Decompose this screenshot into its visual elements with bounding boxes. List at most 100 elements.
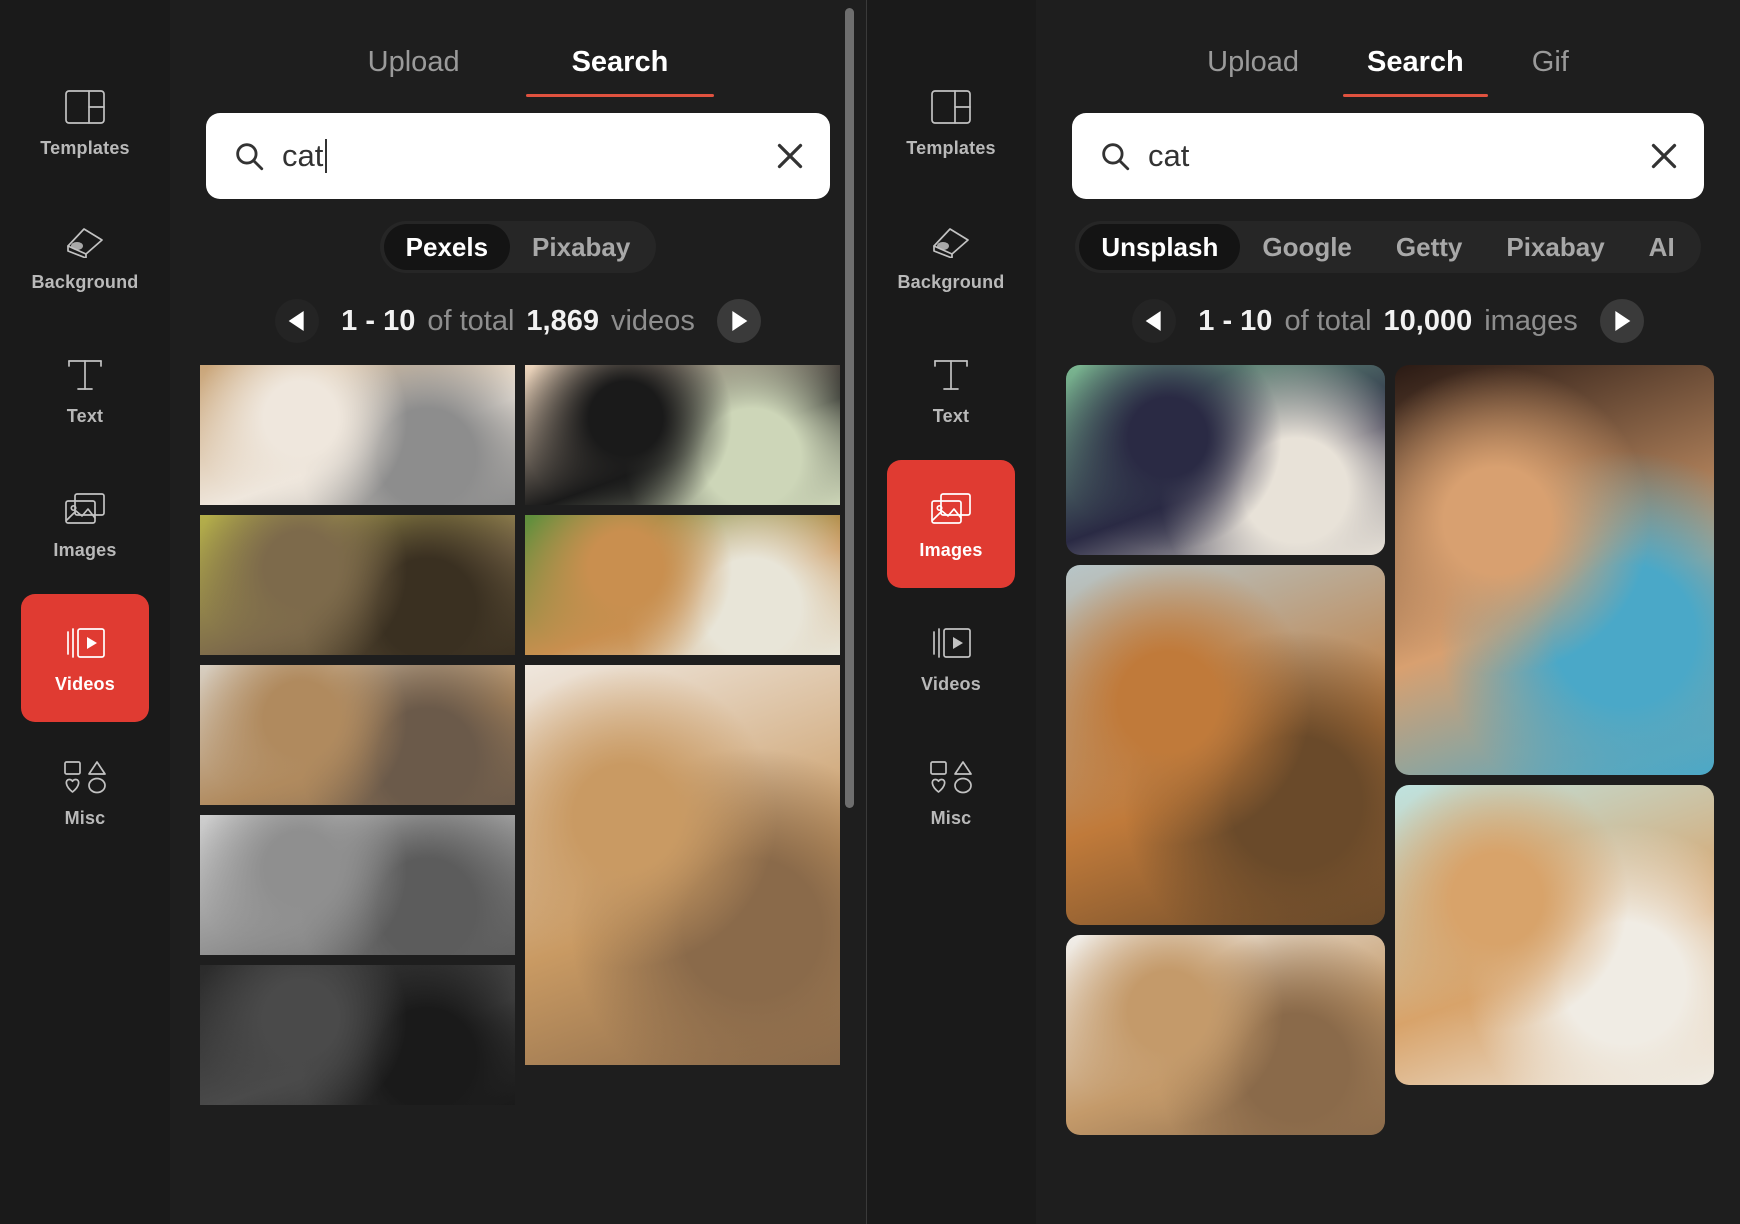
source-pill-google[interactable]: Google: [1240, 224, 1374, 270]
next-page-button[interactable]: [1599, 299, 1644, 343]
left-results-grid[interactable]: [170, 365, 866, 1224]
results-column: [525, 365, 840, 1105]
templates-icon: [928, 86, 974, 128]
of-total-label: of total: [427, 304, 515, 337]
misc-icon: [928, 756, 974, 798]
sidebar-item-templates[interactable]: Templates: [887, 58, 1015, 186]
result-thumbnail[interactable]: [200, 665, 515, 805]
source-pill-pixabay[interactable]: Pixabay: [510, 224, 652, 270]
search-input[interactable]: cat: [206, 113, 830, 199]
sidebar-item-label: Background: [897, 271, 1005, 292]
source-pill-ai[interactable]: AI: [1627, 224, 1697, 270]
sidebar-item-label: Images: [919, 539, 983, 560]
left-editor-panel: Templates Background Text Images Videos …: [0, 0, 866, 1224]
sidebar-item-label: Text: [932, 405, 970, 426]
sidebar-item-background[interactable]: Background: [21, 192, 149, 320]
sidebar-item-videos[interactable]: Videos: [21, 594, 149, 722]
tab-gif[interactable]: Gif: [1498, 42, 1603, 97]
templates-icon: [62, 86, 108, 128]
tab-search[interactable]: Search: [1333, 42, 1498, 97]
right-content: Upload Search Gif cat Unsplash Google Ge…: [1036, 0, 1740, 1224]
right-pagination-label: 1 - 10 of total 10,000 images: [1198, 305, 1577, 338]
source-pill-pixabay[interactable]: Pixabay: [1484, 224, 1626, 270]
right-results-grid[interactable]: [1036, 365, 1740, 1224]
sidebar-item-text[interactable]: Text: [21, 326, 149, 454]
videos-icon: [928, 622, 974, 664]
total-count: 10,000: [1383, 304, 1473, 337]
result-thumbnail[interactable]: [1066, 565, 1385, 925]
sidebar-item-label: Templates: [40, 137, 130, 158]
tab-label: Upload: [1207, 46, 1300, 78]
tab-label: Gif: [1531, 46, 1569, 78]
sidebar-item-videos[interactable]: Videos: [887, 594, 1015, 722]
sidebar-item-label: Text: [66, 405, 104, 426]
tab-upload[interactable]: Upload: [312, 42, 516, 97]
tab-search[interactable]: Search: [516, 42, 725, 97]
sidebar-item-templates[interactable]: Templates: [21, 58, 149, 186]
sidebar-item-images[interactable]: Images: [887, 460, 1015, 588]
sidebar-item-label: Videos: [921, 673, 981, 694]
result-thumbnail[interactable]: [200, 815, 515, 955]
result-thumbnail[interactable]: [200, 365, 515, 505]
sidebar-item-misc[interactable]: Misc: [887, 728, 1015, 856]
sidebar-item-label: Background: [31, 271, 139, 292]
source-pill-label: Getty: [1395, 231, 1463, 262]
result-thumbnail[interactable]: [1066, 365, 1385, 555]
source-pill-getty[interactable]: Getty: [1374, 224, 1484, 270]
result-thumbnail[interactable]: [1066, 935, 1385, 1135]
images-icon: [928, 488, 974, 530]
result-thumbnail[interactable]: [1395, 365, 1714, 775]
tab-label: Upload: [367, 46, 460, 78]
page-range: 1 - 10: [1198, 304, 1273, 337]
left-sidebar: Templates Background Text Images Videos …: [0, 0, 170, 1224]
result-thumbnail[interactable]: [200, 965, 515, 1105]
right-sidebar: Templates Background Text Images Videos …: [866, 0, 1036, 1224]
search-input[interactable]: cat: [1072, 113, 1704, 199]
source-pill-unsplash[interactable]: Unsplash: [1079, 224, 1241, 270]
clear-search-button[interactable]: [772, 138, 808, 174]
tab-label: Search: [1367, 46, 1464, 78]
sidebar-item-label: Misc: [930, 807, 972, 828]
result-thumbnail[interactable]: [525, 515, 840, 655]
text-caret: [325, 139, 328, 173]
result-thumbnail[interactable]: [1395, 785, 1714, 1085]
text-icon: [928, 354, 974, 396]
source-pill-label: Pixabay: [1506, 231, 1605, 262]
result-unit: videos: [610, 304, 695, 337]
results-column: [1395, 365, 1714, 1135]
left-search-area: cat: [170, 97, 866, 199]
prev-page-button[interactable]: [275, 299, 320, 343]
sidebar-item-misc[interactable]: Misc: [21, 728, 149, 856]
left-pagination: 1 - 10 of total 1,869 videos: [170, 299, 866, 343]
background-icon: [928, 220, 974, 262]
page-range: 1 - 10: [341, 304, 416, 337]
images-icon: [62, 488, 108, 530]
result-thumbnail[interactable]: [200, 515, 515, 655]
sidebar-item-background[interactable]: Background: [887, 192, 1015, 320]
source-pill-label: AI: [1648, 231, 1675, 262]
prev-page-button[interactable]: [1132, 299, 1177, 343]
left-panel-scrollbar[interactable]: [845, 8, 854, 808]
results-column: [1066, 365, 1385, 1135]
source-pill-label: Pixabay: [532, 231, 631, 262]
source-pill-label: Unsplash: [1101, 231, 1219, 262]
app-window: Templates Background Text Images Videos …: [0, 0, 1740, 1224]
result-thumbnail[interactable]: [525, 365, 840, 505]
result-thumbnail[interactable]: [525, 665, 840, 1065]
source-pill-label: Pexels: [405, 231, 489, 262]
sidebar-item-images[interactable]: Images: [21, 460, 149, 588]
total-count: 1,869: [526, 304, 599, 337]
sidebar-item-label: Misc: [64, 807, 106, 828]
source-pill-pexels[interactable]: Pexels: [383, 224, 511, 270]
clear-search-button[interactable]: [1646, 138, 1682, 174]
left-tabs: Upload Search: [170, 0, 866, 97]
results-column: [200, 365, 515, 1105]
tab-upload[interactable]: Upload: [1173, 42, 1333, 97]
text-icon: [62, 354, 108, 396]
sidebar-item-text[interactable]: Text: [887, 326, 1015, 454]
panel-divider: [866, 0, 867, 1224]
left-source-pills: Pexels Pixabay: [379, 221, 657, 273]
misc-icon: [62, 756, 108, 798]
right-editor-panel: Templates Background Text Images Videos …: [866, 0, 1740, 1224]
next-page-button[interactable]: [716, 299, 761, 343]
